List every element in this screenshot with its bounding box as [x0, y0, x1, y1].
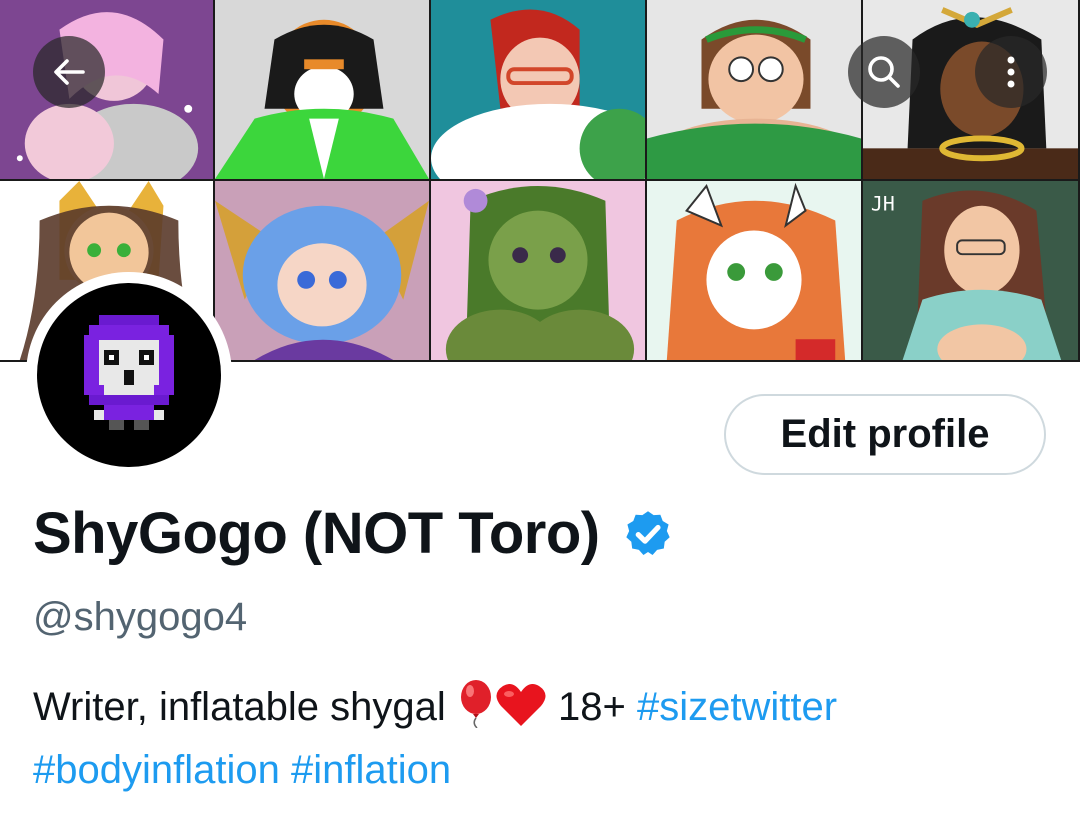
hashtag-link[interactable]: #bodyinflation [33, 748, 280, 792]
verified-badge-icon[interactable] [622, 508, 674, 560]
hashtag-link[interactable]: #sizetwitter [637, 685, 837, 729]
more-vertical-icon [1007, 56, 1015, 88]
back-button[interactable] [33, 36, 105, 108]
more-options-button[interactable] [975, 36, 1047, 108]
search-button[interactable] [848, 36, 920, 108]
banner-art-7 [215, 181, 431, 362]
pixel-skull-icon [84, 315, 174, 430]
search-icon [868, 56, 900, 88]
svg-text:JH: JH [871, 193, 895, 216]
arrow-left-icon [54, 59, 85, 85]
heart-emoji [496, 684, 546, 726]
edit-profile-button[interactable]: Edit profile [724, 394, 1046, 475]
profile-bio: Writer, inflatable shygal 18+ #sizetwitt… [33, 676, 1053, 802]
banner-art-3 [431, 0, 647, 181]
banner-art-10: JH [863, 181, 1080, 362]
hashtag-link[interactable]: #inflation [291, 748, 451, 792]
avatar-image [37, 283, 221, 467]
banner-art-4 [647, 0, 863, 181]
bio-age-tag: 18+ [558, 685, 626, 729]
balloon-emoji [460, 680, 491, 728]
avatar[interactable] [26, 272, 232, 478]
bio-text: Writer, inflatable shygal [33, 685, 446, 729]
banner-art-1 [0, 0, 215, 181]
banner-art-8 [431, 181, 647, 362]
profile-handle: @shygogo4 [33, 595, 248, 639]
profile-name-row: ShyGogo (NOT Toro) [33, 500, 674, 567]
banner-art-9 [647, 181, 863, 362]
display-name: ShyGogo (NOT Toro) [33, 501, 600, 566]
banner-art-2 [215, 0, 431, 181]
